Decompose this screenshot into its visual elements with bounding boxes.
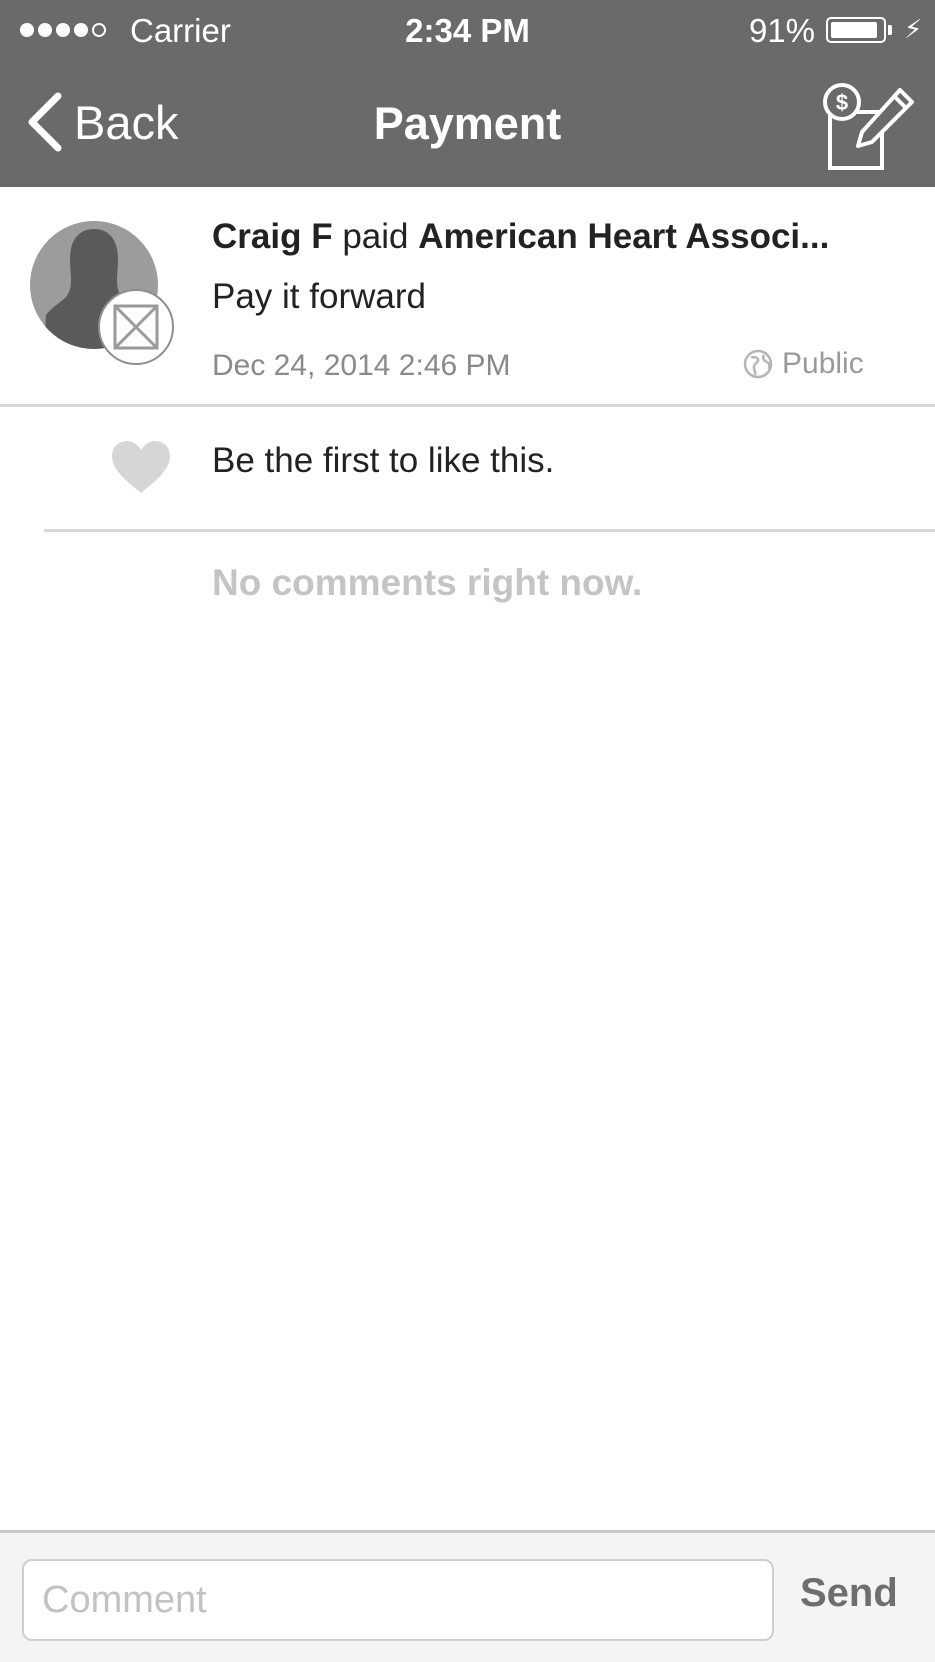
battery-percent: 91% bbox=[748, 12, 815, 49]
avatar[interactable] bbox=[30, 221, 180, 371]
page-title: Payment bbox=[373, 98, 562, 149]
story-headline: Craig F paid American Heart Associ... bbox=[212, 217, 912, 257]
navigation-bar: Back Payment $ bbox=[0, 62, 935, 187]
comment-input[interactable] bbox=[22, 1559, 774, 1641]
svg-text:$: $ bbox=[836, 90, 848, 115]
likes-row: Be the first to like this. bbox=[0, 407, 935, 529]
payee-name[interactable]: American Heart Associ... bbox=[418, 217, 829, 256]
battery-fill bbox=[831, 22, 877, 38]
payment-story: Craig F paid American Heart Associ... Pa… bbox=[0, 187, 935, 405]
battery-tip bbox=[888, 25, 892, 35]
divider bbox=[44, 529, 935, 532]
payer-name[interactable]: Craig F bbox=[212, 217, 333, 256]
send-button[interactable]: Send bbox=[800, 1571, 898, 1616]
battery-icon bbox=[826, 17, 886, 43]
status-bar: Carrier 2:34 PM 91% ⚡ bbox=[0, 0, 935, 62]
empty-comments-message: No comments right now. bbox=[212, 562, 643, 603]
pay-compose-icon[interactable]: $ bbox=[822, 82, 918, 174]
payment-date: Dec 24, 2014 2:46 PM bbox=[212, 349, 511, 382]
story-verb: paid bbox=[342, 217, 409, 256]
payment-note: Pay it forward bbox=[212, 277, 426, 316]
image-placeholder-icon bbox=[98, 289, 174, 365]
privacy-label: Public bbox=[782, 347, 864, 380]
comment-bar: Send bbox=[0, 1530, 935, 1662]
charging-bolt-icon: ⚡ bbox=[904, 14, 923, 44]
likes-text: Be the first to like this. bbox=[212, 441, 555, 480]
privacy-indicator: Public bbox=[742, 347, 864, 381]
globe-icon bbox=[743, 349, 773, 379]
heart-icon[interactable] bbox=[110, 439, 172, 495]
